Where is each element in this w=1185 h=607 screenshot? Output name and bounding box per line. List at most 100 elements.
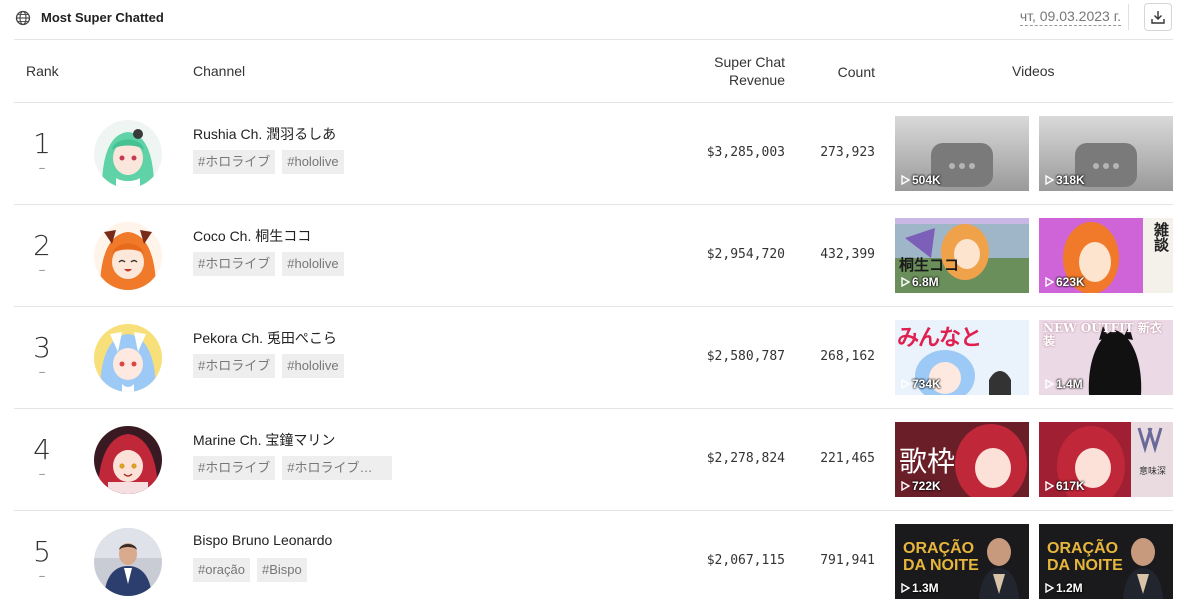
view-count-label: 504K: [912, 173, 941, 187]
channel-name[interactable]: Marine Ch. 宝鐘マリン: [193, 430, 335, 450]
revenue-value: $2,067,115: [706, 553, 785, 568]
view-count-label: 1.4M: [1056, 377, 1083, 391]
view-count: 6.8M: [901, 275, 939, 289]
count-value: 268,162: [820, 349, 875, 364]
play-icon: [1045, 277, 1054, 287]
panel-header: Most Super Chatted чт, 09.03.2023 г.: [14, 0, 1173, 40]
play-icon: [901, 583, 910, 593]
thumbnail-text: ORAÇÃO DA NOITE: [903, 540, 979, 574]
table-row[interactable]: 5 – Bispo Bruno Leonardo #oração #Bispo …: [14, 511, 1173, 607]
view-count-label: 623K: [1056, 275, 1085, 289]
tag[interactable]: #ホロライブ: [193, 354, 276, 378]
tag-list: #ホロライブ #hololive: [193, 252, 344, 276]
count-value: 432,399: [820, 247, 875, 262]
revenue-value: $2,954,720: [706, 247, 785, 262]
tag[interactable]: #ホロライブ: [193, 252, 276, 276]
video-thumbnail[interactable]: 318K: [1039, 116, 1173, 191]
thumbnail-text: 歌枠: [899, 445, 956, 478]
rank-trend: –: [39, 571, 45, 582]
view-count-label: 1.2M: [1056, 581, 1083, 595]
tag[interactable]: #hololive: [282, 150, 344, 174]
play-icon: [901, 481, 910, 491]
column-channel[interactable]: Channel: [193, 62, 245, 80]
play-icon: [1045, 175, 1054, 185]
video-thumbnail[interactable]: 桐生ココ 6.8M: [895, 218, 1029, 293]
thumbnail-text: みんなと: [897, 325, 982, 351]
play-icon: [901, 379, 910, 389]
table-row[interactable]: 4 – Marine Ch. 宝鐘マリン #ホロライブ #ホロライブ… $2,2…: [14, 409, 1173, 511]
table-row[interactable]: 1 – Rushia Ch. 潤羽るしあ #ホロライブ #hololive $3…: [14, 103, 1173, 205]
rank-number: 1: [33, 127, 51, 160]
video-thumbnail[interactable]: みんなと 734K: [895, 320, 1029, 395]
play-icon: [1045, 583, 1054, 593]
column-rank[interactable]: Rank: [26, 62, 59, 80]
tag[interactable]: #hololive: [282, 354, 344, 378]
channel-name[interactable]: Rushia Ch. 潤羽るしあ: [193, 124, 336, 144]
tag-list: #ホロライブ #hololive: [193, 150, 344, 174]
video-thumbnail[interactable]: 意味深 617K: [1039, 422, 1173, 497]
view-count: 617K: [1045, 479, 1085, 493]
avatar[interactable]: [94, 324, 162, 392]
video-thumbnail[interactable]: ORAÇÃO DA NOITE 1.2M: [1039, 524, 1173, 599]
view-count-label: 722K: [912, 479, 941, 493]
view-count: 1.2M: [1045, 581, 1083, 595]
tag[interactable]: #Bispo: [256, 558, 307, 582]
avatar[interactable]: [94, 222, 162, 290]
tag[interactable]: #ホロライブ: [193, 456, 276, 480]
view-count-label: 1.3M: [912, 581, 939, 595]
view-count: 504K: [901, 173, 941, 187]
video-thumbnail[interactable]: 雑談 623K: [1039, 218, 1173, 293]
table-row[interactable]: 2 – Coco Ch. 桐生ココ #ホロライブ #hololive $2,95…: [14, 205, 1173, 307]
tag[interactable]: #oração: [193, 558, 250, 582]
view-count: 734K: [901, 377, 941, 391]
rank-trend: –: [39, 265, 45, 276]
panel-title: Most Super Chatted: [41, 10, 164, 25]
column-revenue-label: Super Chat Revenue: [714, 54, 785, 88]
play-icon: [901, 175, 910, 185]
view-count: 318K: [1045, 173, 1085, 187]
thumbnail-text: NEW OUTFIT 新衣装: [1043, 321, 1162, 348]
table-row[interactable]: 3 – Pekora Ch. 兎田ぺこら #ホロライブ #hololive $2…: [14, 307, 1173, 409]
rank-number: 4: [33, 433, 51, 466]
view-count: 722K: [901, 479, 941, 493]
avatar[interactable]: [94, 120, 162, 188]
avatar[interactable]: [94, 528, 162, 596]
rank-trend: –: [39, 367, 45, 378]
channel-name[interactable]: Bispo Bruno Leonardo: [193, 532, 332, 548]
tag[interactable]: #ホロライブ: [193, 150, 276, 174]
tag[interactable]: #ホロライブ…: [282, 456, 393, 480]
revenue-value: $3,285,003: [706, 145, 785, 160]
download-button[interactable]: [1144, 3, 1172, 31]
column-count[interactable]: Count: [838, 63, 875, 81]
play-icon: [1045, 379, 1054, 389]
globe-icon: [15, 10, 31, 26]
thumbnail-text: 雑談: [1152, 222, 1170, 252]
video-thumbnail[interactable]: NEW OUTFIT 新衣装 1.4M: [1039, 320, 1173, 395]
video-thumbnail[interactable]: 歌枠 722K: [895, 422, 1029, 497]
avatar[interactable]: [94, 426, 162, 494]
view-count: 1.4M: [1045, 377, 1083, 391]
rank-number: 3: [33, 331, 51, 364]
video-thumbnail[interactable]: ORAÇÃO DA NOITE 1.3M: [895, 524, 1029, 599]
rank-number: 2: [33, 229, 51, 262]
count-value: 221,465: [820, 451, 875, 466]
table-header: Rank Channel Super Chat Revenue Count Vi…: [14, 40, 1173, 103]
view-count: 623K: [1045, 275, 1085, 289]
count-value: 791,941: [820, 553, 875, 568]
tag[interactable]: #hololive: [282, 252, 344, 276]
view-count-label: 617K: [1056, 479, 1085, 493]
count-value: 273,923: [820, 145, 875, 160]
date-picker[interactable]: чт, 09.03.2023 г.: [1019, 8, 1121, 26]
play-icon: [1045, 481, 1054, 491]
view-count-label: 6.8M: [912, 275, 939, 289]
revenue-value: $2,580,787: [706, 349, 785, 364]
view-count-label: 734K: [912, 377, 941, 391]
channel-name[interactable]: Pekora Ch. 兎田ぺこら: [193, 328, 337, 348]
thumbnail-text: ORAÇÃO DA NOITE: [1047, 540, 1123, 574]
thumbnail-text: 桐生ココ: [899, 256, 960, 274]
divider: [1128, 4, 1129, 30]
thumbnail-text: 意味深: [1139, 467, 1167, 477]
channel-name[interactable]: Coco Ch. 桐生ココ: [193, 226, 311, 246]
video-thumbnail[interactable]: 504K: [895, 116, 1029, 191]
column-revenue[interactable]: Super Chat Revenue: [685, 53, 785, 89]
